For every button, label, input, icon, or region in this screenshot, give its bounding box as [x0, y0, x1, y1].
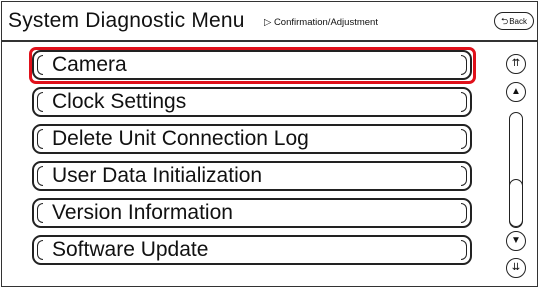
- back-button[interactable]: ⮌ Back: [494, 12, 534, 30]
- menu-item-version-information[interactable]: Version Information: [32, 198, 472, 228]
- menu-item-delete-unit-connection-log[interactable]: Delete Unit Connection Log: [32, 124, 472, 154]
- page-down-icon[interactable]: ⇊: [506, 258, 526, 278]
- menu-item-camera[interactable]: Camera: [32, 50, 472, 80]
- scroll-up-icon[interactable]: ▲: [506, 82, 526, 102]
- page-up-icon[interactable]: ⇈: [506, 54, 526, 74]
- menu-list: Camera Clock Settings Delete Unit Connec…: [32, 50, 472, 272]
- menu-item-user-data-initialization[interactable]: User Data Initialization: [32, 161, 472, 191]
- scrollbar-thumb[interactable]: [509, 179, 523, 227]
- menu-item-software-update[interactable]: Software Update: [32, 235, 472, 265]
- page-title: System Diagnostic Menu: [8, 9, 245, 32]
- scroll-down-icon[interactable]: ▼: [506, 231, 526, 251]
- back-button-label: Back: [509, 16, 527, 26]
- diagnostic-screen: System Diagnostic Menu ▷ Confirmation/Ad…: [1, 1, 538, 287]
- breadcrumb: ▷ Confirmation/Adjustment: [264, 17, 378, 28]
- header-bar: System Diagnostic Menu ▷ Confirmation/Ad…: [2, 2, 537, 42]
- menu-item-clock-settings[interactable]: Clock Settings: [32, 87, 472, 117]
- back-arrow-icon: ⮌: [500, 15, 509, 26]
